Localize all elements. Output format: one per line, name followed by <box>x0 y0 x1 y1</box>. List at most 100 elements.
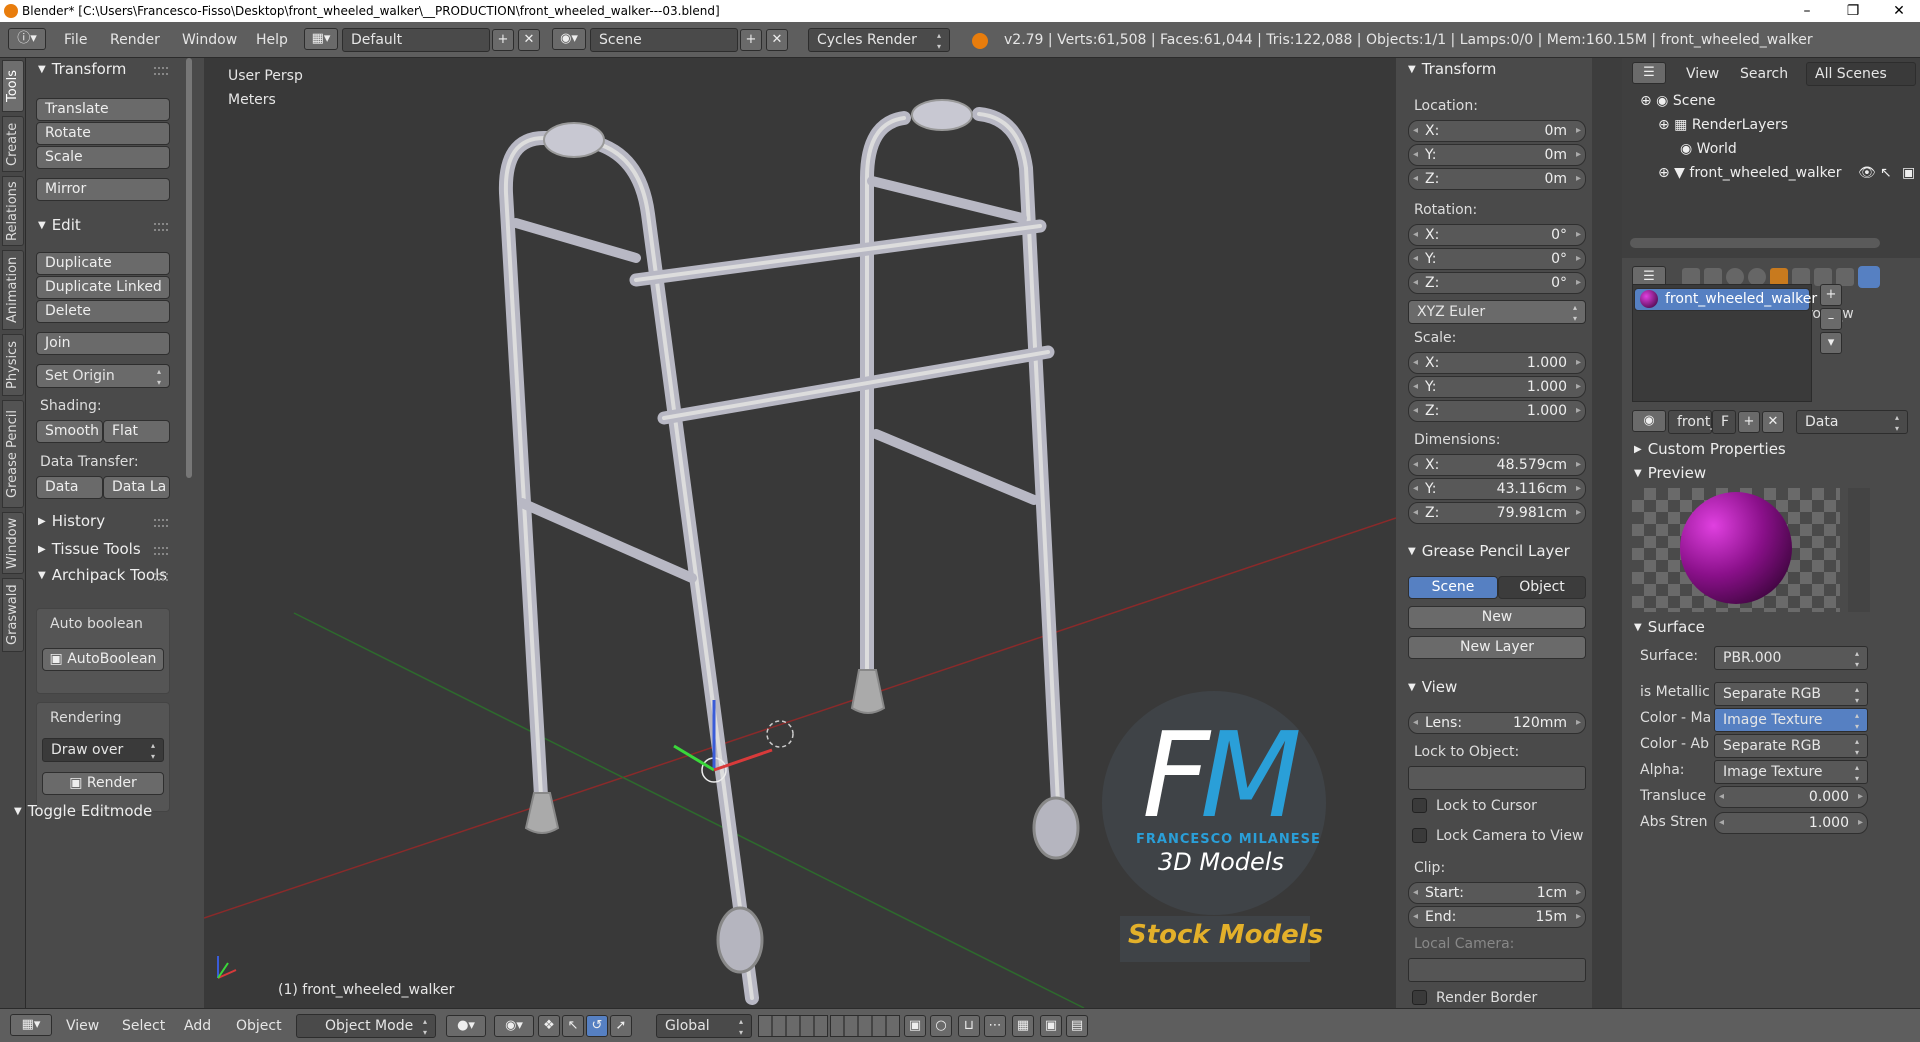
snap-target-icon[interactable]: ▦ <box>1012 1015 1034 1037</box>
walker-model[interactable] <box>498 99 1080 1005</box>
toggle-editmode-header[interactable]: Toggle Editmode <box>14 802 153 820</box>
render-engine-dropdown[interactable]: Cycles Render <box>808 28 950 52</box>
view-panel-header[interactable]: View <box>1408 678 1458 696</box>
autoboolean-button[interactable]: ▣ AutoBoolean <box>42 648 164 671</box>
layout-field[interactable]: Default <box>342 28 490 52</box>
lens-field[interactable]: Lens:120mm <box>1408 712 1586 734</box>
abs-strength-field[interactable]: 1.000 <box>1714 812 1868 834</box>
tab-physics[interactable]: Physics <box>2 334 24 396</box>
translate-button[interactable]: Translate <box>36 98 170 121</box>
minimize-icon[interactable]: – <box>1784 0 1830 22</box>
edit-panel-header[interactable]: Edit <box>38 216 81 234</box>
scale-y-field[interactable]: Y:1.000 <box>1408 376 1586 398</box>
outliner-editor-icon[interactable]: ☰ <box>1632 62 1666 84</box>
object-mode-dropdown[interactable]: Object Mode <box>296 1014 436 1038</box>
location-z-field[interactable]: Z:0m <box>1408 168 1586 190</box>
surface-header[interactable]: Surface <box>1634 618 1705 636</box>
rotation-x-field[interactable]: X:0° <box>1408 224 1586 246</box>
menu-file[interactable]: File <box>64 28 87 52</box>
render-border-checkbox[interactable] <box>1412 990 1427 1005</box>
outliner-filter-dropdown[interactable]: All Scenes <box>1806 62 1916 86</box>
proportional-edit-icon[interactable]: ○ <box>930 1015 952 1037</box>
outliner-item-walker[interactable]: ⊕ ▼ front_wheeled_walker <box>1658 162 1842 184</box>
custom-properties-header[interactable]: Custom Properties <box>1634 440 1786 458</box>
close-icon[interactable]: ✕ <box>1876 0 1920 22</box>
surface-shader-field[interactable]: PBR.000 <box>1714 646 1868 670</box>
translate-manipulator-icon[interactable]: ↖ <box>562 1015 584 1037</box>
data-layers-button[interactable]: Data La <box>103 476 170 499</box>
rotate-manipulator-icon[interactable]: ↺ <box>586 1015 608 1037</box>
tab-grease-pencil[interactable]: Grease Pencil <box>2 400 24 508</box>
location-y-field[interactable]: Y:0m <box>1408 144 1586 166</box>
3d-viewport[interactable]: F M User Persp Meters (1) front_wheeled_… <box>204 58 1396 1008</box>
material-slot-item[interactable]: front_wheeled_walker <box>1634 288 1817 311</box>
rotate-button[interactable]: Rotate <box>36 122 170 145</box>
panel-grip-icon[interactable] <box>154 519 168 527</box>
clip-start-field[interactable]: Start:1cm <box>1408 882 1586 904</box>
viewport-shading-icon[interactable]: ●▾ <box>446 1015 486 1037</box>
flat-button[interactable]: Flat <box>103 420 170 443</box>
remove-scene-icon[interactable]: ✕ <box>766 29 788 51</box>
scale-manipulator-icon[interactable]: ➚ <box>610 1015 632 1037</box>
new-layer-button[interactable]: New Layer <box>1408 636 1586 659</box>
manipulator-toggle-icon[interactable]: ❖ <box>538 1015 560 1037</box>
outliner-search-menu[interactable]: Search <box>1740 62 1788 86</box>
material-unlink-icon[interactable]: ✕ <box>1762 411 1784 433</box>
object-toggle-button[interactable]: Object <box>1498 576 1586 599</box>
color-ab-field[interactable]: Separate RGB <box>1714 734 1868 758</box>
outliner-item-renderlayers[interactable]: ⊕ ▦ RenderLayers <box>1658 114 1788 136</box>
render-camera-icon[interactable]: ▣ <box>1902 162 1915 184</box>
outliner-view-menu[interactable]: View <box>1686 62 1719 86</box>
visibility-eye-icon[interactable]: 👁 <box>1858 162 1876 184</box>
opengl-render-icon[interactable]: ▣ <box>1040 1015 1062 1037</box>
scene-toggle-button[interactable]: Scene <box>1408 576 1498 599</box>
tab-window[interactable]: Window <box>2 512 24 574</box>
remove-layout-icon[interactable]: ✕ <box>518 29 540 51</box>
smooth-button[interactable]: Smooth <box>36 420 103 443</box>
rotation-mode-dropdown[interactable]: XYZ Euler <box>1408 300 1586 324</box>
screen-layout-icon[interactable]: ▦▾ <box>304 28 338 50</box>
transform-orientation-dropdown[interactable]: Global <box>656 1014 752 1038</box>
set-origin-dropdown[interactable]: Set Origin <box>36 364 170 388</box>
editor-type-3dview-icon[interactable]: ▦▾ <box>10 1014 52 1036</box>
menu-select[interactable]: Select <box>122 1014 165 1038</box>
menu-render[interactable]: Render <box>110 28 160 52</box>
slot-menu-icon[interactable]: ▾ <box>1820 332 1842 354</box>
color-ma-field[interactable]: Image Texture <box>1714 708 1868 732</box>
dimension-y-field[interactable]: Y:43.116cm <box>1408 478 1586 500</box>
rotation-y-field[interactable]: Y:0° <box>1408 248 1586 270</box>
panel-grip-icon[interactable] <box>154 67 168 75</box>
tab-graswald[interactable]: Graswald <box>2 578 24 652</box>
material-new-icon[interactable]: + <box>1738 411 1760 433</box>
layer-lock-icon[interactable]: ▣ <box>904 1015 926 1037</box>
new-grease-button[interactable]: New <box>1408 606 1586 629</box>
join-button[interactable]: Join <box>36 332 170 355</box>
remove-slot-icon[interactable]: – <box>1820 308 1842 330</box>
panel-grip-icon[interactable] <box>154 223 168 231</box>
scale-button[interactable]: Scale <box>36 146 170 169</box>
preview-type-buttons[interactable] <box>1848 488 1870 612</box>
menu-view[interactable]: View <box>66 1014 99 1038</box>
npanel-transform-header[interactable]: Transform <box>1408 60 1497 78</box>
add-slot-icon[interactable]: + <box>1820 284 1842 306</box>
delete-button[interactable]: Delete <box>36 300 170 323</box>
snap-icon[interactable]: ⊔ <box>958 1015 980 1037</box>
tab-create[interactable]: Create <box>2 116 24 172</box>
location-x-field[interactable]: X:0m <box>1408 120 1586 142</box>
draw-over-dropdown[interactable]: Draw over <box>42 738 164 762</box>
material-browse-icon[interactable]: ◉ <box>1632 410 1666 432</box>
editor-type-info-icon[interactable]: ⓘ▾ <box>8 28 46 50</box>
is-metallic-field[interactable]: Separate RGB <box>1714 682 1868 706</box>
add-layout-icon[interactable]: + <box>492 29 514 51</box>
maximize-icon[interactable]: ❐ <box>1830 0 1876 22</box>
mirror-button[interactable]: Mirror <box>36 178 170 201</box>
panel-grip-icon[interactable] <box>154 573 168 581</box>
material-link-dropdown[interactable]: Data <box>1796 410 1908 434</box>
menu-help[interactable]: Help <box>256 28 288 52</box>
layer-buttons-2[interactable] <box>830 1015 900 1037</box>
history-panel-header[interactable]: History <box>38 512 105 530</box>
tab-animation[interactable]: Animation <box>2 250 24 330</box>
selectable-cursor-icon[interactable]: ↖ <box>1880 162 1892 184</box>
translucency-field[interactable]: 0.000 <box>1714 786 1868 808</box>
clip-end-field[interactable]: End:15m <box>1408 906 1586 928</box>
